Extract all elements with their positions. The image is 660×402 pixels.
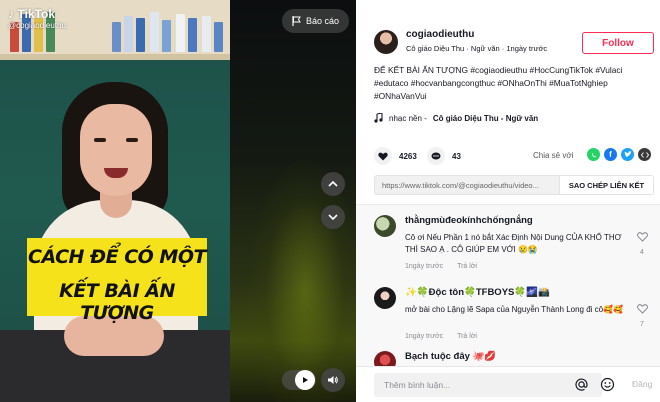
- commenter-name[interactable]: thằngmùđeokínhchốngnắng: [405, 215, 533, 226]
- commenter-avatar[interactable]: [374, 287, 396, 309]
- heart-outline-icon[interactable]: [636, 232, 648, 242]
- comment-time: 1ngày trước: [405, 333, 444, 340]
- follow-button[interactable]: Follow: [582, 32, 654, 54]
- comment-icon[interactable]: [427, 147, 445, 165]
- book: [162, 20, 171, 52]
- comment-meta: 1ngày trước Trả lời: [405, 263, 477, 270]
- flag-icon: [292, 16, 301, 26]
- video-blur-glow: [250, 160, 356, 402]
- commenter-name[interactable]: ✨🍀Độc tôn🍀TFBOYS🍀🌌📸: [405, 287, 550, 298]
- report-button[interactable]: Báo cáo: [282, 9, 350, 33]
- tiktok-logo-text: TikTok: [17, 6, 56, 21]
- commenter-avatar[interactable]: [374, 351, 396, 366]
- comment-like[interactable]: 7: [635, 301, 649, 328]
- book: [150, 12, 159, 52]
- share-label: Chia sẻ với: [533, 151, 574, 160]
- book: [124, 16, 133, 52]
- speaker-icon: [328, 376, 338, 384]
- volume-button[interactable]: [321, 368, 345, 392]
- share-link-box: https://www.tiktok.com/@cogiaodieuthu/vi…: [374, 175, 654, 195]
- next-video-button[interactable]: [321, 205, 345, 229]
- book: [202, 16, 211, 52]
- author-subtitle: Cô giáo Diệu Thu · Ngữ văn · 1ngày trước: [406, 44, 548, 53]
- commenter-name[interactable]: Bạch tuộc đây 🐙💋: [405, 351, 496, 362]
- book: [188, 18, 197, 52]
- shelf-board: [0, 54, 230, 60]
- twitter-icon[interactable]: [621, 148, 634, 161]
- copy-link-button[interactable]: SAO CHÉP LIÊN KẾT: [559, 176, 653, 194]
- play-toggle-knob[interactable]: [295, 370, 315, 390]
- book: [176, 14, 185, 52]
- video-info-panel: cogiaodieuthu Cô giáo Diệu Thu · Ngữ văn…: [356, 0, 660, 402]
- comment-composer: Đăng: [356, 366, 660, 402]
- video-frame[interactable]: CÁCH ĐỂ CÓ MỘT KẾT BÀI ẤN TƯỢNG ♪ TikTok…: [0, 0, 230, 402]
- like-stat[interactable]: 4263: [374, 147, 417, 165]
- comment-item: ✨🍀Độc tôn🍀TFBOYS🍀🌌📸 mở bài cho Lặng lẽ S…: [374, 287, 649, 349]
- person-face: [80, 104, 152, 196]
- play-icon: [303, 377, 308, 383]
- emoji-icon[interactable]: [600, 377, 615, 392]
- embed-icon[interactable]: [638, 148, 651, 161]
- video-caption-line-2: KẾT BÀI ẤN TƯỢNG: [59, 280, 175, 324]
- facebook-icon[interactable]: f: [604, 148, 617, 161]
- comment-item: Bạch tuộc đây 🐙💋: [374, 351, 649, 366]
- report-label: Báo cáo: [306, 16, 340, 26]
- comment-meta: 1ngày trước Trả lời: [405, 333, 477, 340]
- comment-like[interactable]: 4: [635, 229, 649, 256]
- comment-list[interactable]: thằngmùđeokínhchốngnắng Cô ơi Nếu Phần 1…: [356, 204, 660, 366]
- author-username[interactable]: cogiaodieuthu: [406, 29, 474, 40]
- tiktok-video-page: CÁCH ĐỂ CÓ MỘT KẾT BÀI ẤN TƯỢNG ♪ TikTok…: [0, 0, 660, 402]
- music-row[interactable]: nhạc nền - Cô giáo Diệu Thu - Ngữ văn: [374, 113, 538, 123]
- music-title[interactable]: Cô giáo Diệu Thu - Ngữ văn: [433, 114, 538, 123]
- like-count: 4263: [399, 151, 417, 161]
- previous-video-button[interactable]: [321, 172, 345, 196]
- heart-icon[interactable]: [374, 147, 392, 165]
- comment-text: mở bài cho Lặng lẽ Sapa của Nguyễn Thành…: [405, 305, 624, 314]
- chevron-down-icon: [328, 214, 338, 221]
- tiktok-note-icon: ♪: [8, 6, 15, 21]
- watermark-handle: @cogiaodieuthu: [8, 21, 66, 30]
- author-avatar[interactable]: [374, 30, 398, 54]
- chevron-up-icon: [328, 180, 338, 187]
- comment-item: thằngmùđeokínhchốngnắng Cô ơi Nếu Phần 1…: [374, 215, 649, 279]
- video-player[interactable]: CÁCH ĐỂ CÓ MỘT KẾT BÀI ẤN TƯỢNG ♪ TikTok…: [0, 0, 356, 402]
- person-eye: [94, 138, 106, 142]
- book: [214, 22, 223, 52]
- tiktok-watermark: ♪ TikTok: [8, 6, 55, 21]
- music-prefix: nhạc nền -: [389, 113, 427, 123]
- comment-count: 43: [452, 151, 461, 161]
- whatsapp-icon[interactable]: [587, 148, 600, 161]
- comment-time: 1ngày trước: [405, 263, 444, 270]
- reply-link[interactable]: Trả lời: [457, 333, 477, 340]
- comment-like-count: 4: [640, 249, 644, 256]
- comment-like-count: 7: [640, 321, 644, 328]
- comment-input[interactable]: [374, 373, 602, 397]
- mention-icon[interactable]: [574, 377, 589, 392]
- video-description: ĐỂ KẾT BÀI ẤN TƯỢNG #cogiaodieuthu #HocC…: [374, 65, 623, 102]
- video-caption-line-1: CÁCH ĐỂ CÓ MỘT: [28, 246, 206, 268]
- commenter-avatar[interactable]: [374, 215, 396, 237]
- comment-text: Cô ơi Nếu Phần 1 nó bắt Xác Định Nội Dun…: [405, 233, 622, 254]
- book: [112, 22, 121, 52]
- share-link-text[interactable]: https://www.tiktok.com/@cogiaodieuthu/vi…: [375, 181, 559, 190]
- heart-outline-icon[interactable]: [636, 304, 648, 314]
- person-eye: [126, 138, 138, 142]
- post-comment-button[interactable]: Đăng: [632, 379, 652, 389]
- reply-link[interactable]: Trả lời: [457, 263, 477, 270]
- music-note-icon: [374, 113, 383, 123]
- book: [136, 18, 145, 52]
- comment-stat[interactable]: 43: [427, 147, 461, 165]
